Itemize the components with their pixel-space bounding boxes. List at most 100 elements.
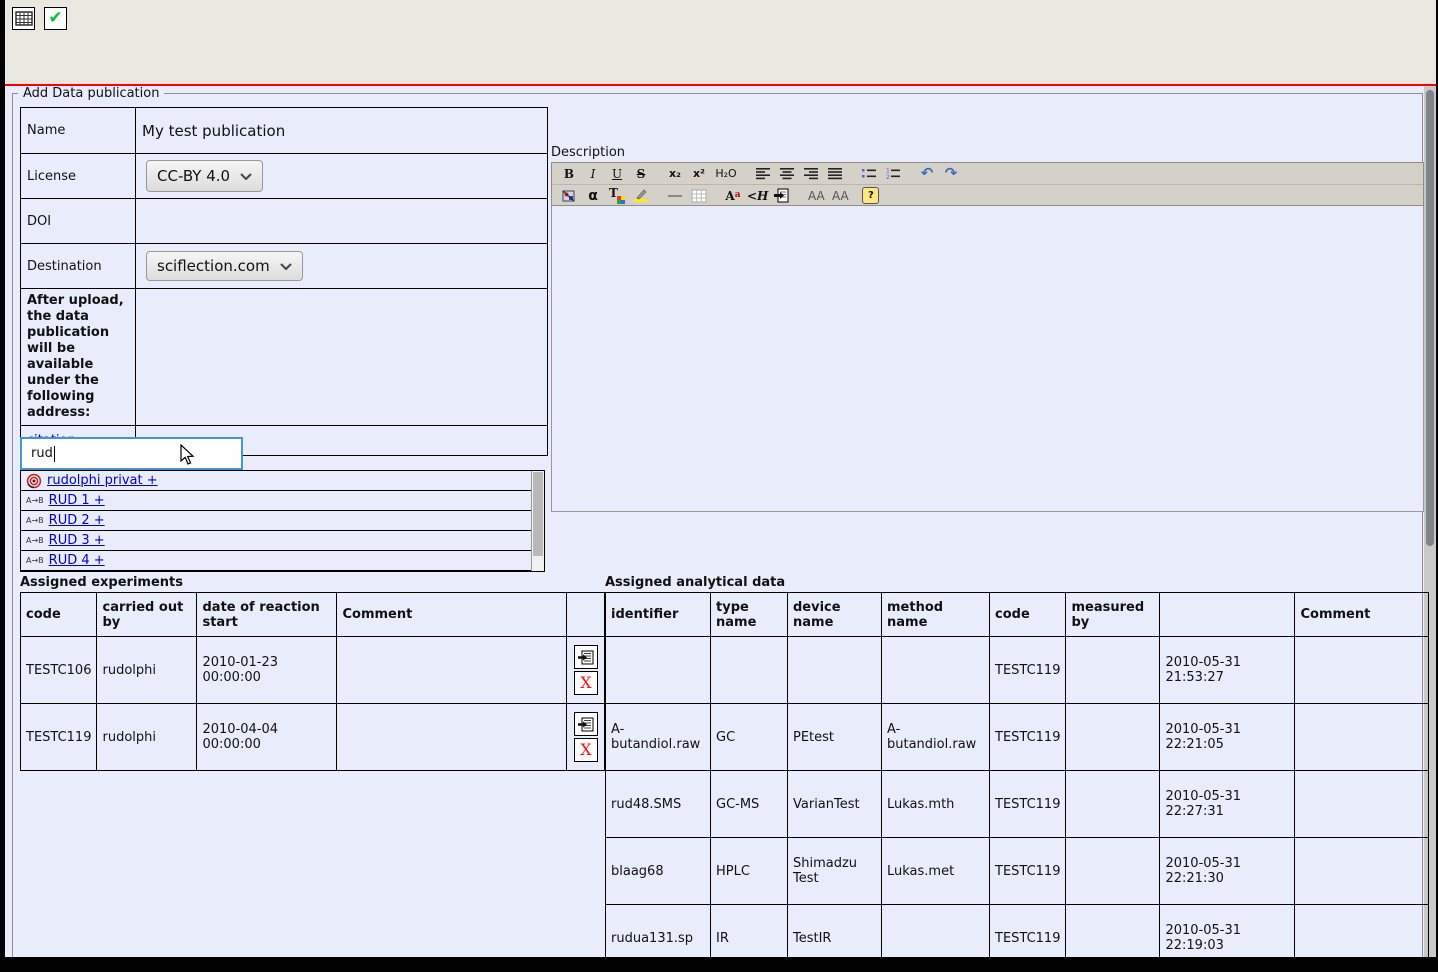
cell-identifier: rudua131.sp bbox=[606, 905, 711, 972]
list-item[interactable]: A→B RUD 4 + bbox=[21, 551, 544, 571]
experiment-search-input[interactable]: rud bbox=[20, 437, 243, 470]
col-header: code bbox=[990, 593, 1066, 637]
undo-icon[interactable]: ↶ bbox=[915, 165, 939, 183]
horizontal-rule-icon[interactable] bbox=[663, 187, 687, 205]
cell-method: Lukas.mth bbox=[882, 771, 990, 838]
name-field[interactable]: My test publication bbox=[136, 108, 548, 154]
cell-date: 2010-01-23 00:00:00 bbox=[197, 637, 337, 704]
open-experiment-button[interactable] bbox=[574, 712, 598, 736]
cell-identifier bbox=[606, 637, 711, 704]
help-icon[interactable]: ? bbox=[862, 187, 879, 204]
table-row: TESTC106 rudolphi 2010-01-23 00:00:00 X bbox=[21, 637, 605, 704]
col-header: carried out by bbox=[97, 593, 197, 637]
import-document-icon[interactable] bbox=[770, 187, 794, 205]
list-item[interactable]: A→B RUD 3 + bbox=[21, 531, 544, 551]
cell-code: TESTC119 bbox=[990, 771, 1066, 838]
col-header: code bbox=[21, 593, 97, 637]
decrease-font-icon[interactable]: AA bbox=[828, 187, 852, 205]
text-color-icon[interactable]: T bbox=[605, 187, 629, 205]
superscript-icon[interactable]: x² bbox=[687, 165, 711, 183]
remove-experiment-button[interactable]: X bbox=[574, 738, 598, 762]
cell-comment bbox=[337, 704, 567, 771]
list-item[interactable]: A→B RUD 2 + bbox=[21, 511, 544, 531]
strikethrough-icon[interactable]: S bbox=[629, 165, 653, 183]
cell-method: Lukas.met bbox=[882, 838, 990, 905]
list-item[interactable]: A→B RUD 1 + bbox=[21, 491, 544, 511]
suggestion-link[interactable]: RUD 3 + bbox=[49, 533, 105, 548]
align-left-icon[interactable] bbox=[751, 165, 775, 183]
suggestion-link[interactable]: rudolphi privat + bbox=[47, 473, 158, 488]
cell-measured-by bbox=[1066, 704, 1160, 771]
table-view-button[interactable] bbox=[12, 7, 35, 30]
remove-experiment-button[interactable]: X bbox=[574, 671, 598, 695]
table-row: rud48.SMS GC-MS VarianTest Lukas.mth TES… bbox=[606, 771, 1429, 838]
table-row: TESTC119 rudolphi 2010-04-04 00:00:00 X bbox=[21, 704, 605, 771]
experiments-title: Assigned experiments bbox=[20, 575, 183, 590]
table-row: blaag68 HPLC Shimadzu Test Lukas.met TES… bbox=[606, 838, 1429, 905]
increase-font-icon[interactable]: AA bbox=[804, 187, 828, 205]
description-editor-area[interactable] bbox=[551, 206, 1424, 512]
special-characters-icon[interactable] bbox=[557, 187, 581, 205]
project-spiral-icon bbox=[26, 473, 42, 489]
html-source-icon[interactable]: <H bbox=[745, 187, 770, 205]
cell-device: PEtest bbox=[788, 704, 882, 771]
cell-comment bbox=[1295, 838, 1429, 905]
editor-toolbar-row1: B I U S x₂ x² H₂O bbox=[552, 163, 1423, 185]
cell-device: Shimadzu Test bbox=[788, 838, 882, 905]
checkmark-icon: ✔ bbox=[48, 10, 62, 27]
form-row-license: License CC-BY 4.0 bbox=[21, 154, 548, 199]
page-scrollbar-thumb[interactable] bbox=[1426, 90, 1434, 546]
cell-method bbox=[882, 637, 990, 704]
license-select[interactable]: CC-BY 4.0 bbox=[146, 160, 263, 192]
doi-label: DOI bbox=[21, 199, 136, 244]
cell-comment bbox=[1295, 905, 1429, 972]
suggestion-link[interactable]: RUD 2 + bbox=[49, 513, 105, 528]
list-scrollbar[interactable] bbox=[531, 471, 544, 571]
subscript-icon[interactable]: x₂ bbox=[663, 165, 687, 183]
greek-letters-icon[interactable]: α bbox=[581, 187, 605, 205]
insert-table-icon[interactable] bbox=[687, 187, 711, 205]
cell-code: TESTC119 bbox=[990, 704, 1066, 771]
suggestion-link[interactable]: RUD 4 + bbox=[49, 553, 105, 568]
list-scrollbar-thumb[interactable] bbox=[533, 472, 543, 556]
open-experiment-button[interactable] bbox=[574, 645, 598, 669]
cell-comment bbox=[1295, 771, 1429, 838]
bullet-list-icon[interactable] bbox=[857, 165, 881, 183]
font-attributes-icon[interactable]: Aa bbox=[721, 187, 745, 205]
col-header: device name bbox=[788, 593, 882, 637]
numbered-list-icon[interactable]: 12 bbox=[881, 165, 905, 183]
confirm-button[interactable]: ✔ bbox=[44, 7, 67, 30]
reaction-icon: A→B bbox=[26, 496, 44, 505]
col-header bbox=[1160, 593, 1295, 637]
cell-datetime: 2010-05-3121:53:27 bbox=[1160, 637, 1295, 704]
destination-select[interactable]: sciflection.com bbox=[146, 251, 303, 281]
cell-comment bbox=[337, 637, 567, 704]
italic-icon[interactable]: I bbox=[581, 165, 605, 183]
chemical-formula-icon[interactable]: H₂O bbox=[711, 165, 741, 183]
suggestion-link[interactable]: RUD 1 + bbox=[49, 493, 105, 508]
list-item[interactable]: rudolphi privat + bbox=[21, 471, 544, 491]
form-row-name: Name My test publication bbox=[21, 108, 548, 154]
cell-datetime: 2010-05-3122:27:31 bbox=[1160, 771, 1295, 838]
align-justify-icon[interactable] bbox=[823, 165, 847, 183]
highlight-icon[interactable] bbox=[629, 187, 653, 205]
doi-field[interactable] bbox=[136, 199, 548, 244]
align-center-icon[interactable] bbox=[775, 165, 799, 183]
description-label: Description bbox=[551, 145, 625, 160]
destination-label: Destination bbox=[21, 244, 136, 289]
experiments-header-row: code carried out by date of reaction sta… bbox=[21, 593, 605, 637]
destination-select-value: sciflection.com bbox=[157, 257, 270, 275]
cell-measured-by bbox=[1066, 771, 1160, 838]
after-upload-value bbox=[136, 289, 548, 426]
delete-x-icon: X bbox=[580, 742, 591, 758]
table-row: rudua131.sp IR TestIR TESTC119 2010-05-3… bbox=[606, 905, 1429, 972]
bold-icon[interactable]: B bbox=[557, 165, 581, 183]
align-right-icon[interactable] bbox=[799, 165, 823, 183]
license-label: License bbox=[21, 154, 136, 199]
text-caret bbox=[54, 446, 55, 462]
table-row: A-butandiol.raw GC PEtest A-butandiol.ra… bbox=[606, 704, 1429, 771]
underline-icon[interactable]: U bbox=[605, 165, 629, 183]
col-header: measured by bbox=[1066, 593, 1160, 637]
table-row: TESTC119 2010-05-3121:53:27 bbox=[606, 637, 1429, 704]
redo-icon[interactable]: ↷ bbox=[939, 165, 963, 183]
